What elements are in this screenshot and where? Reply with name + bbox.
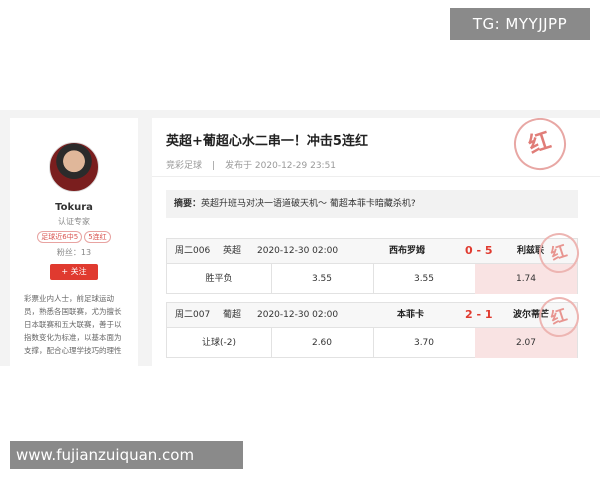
bio-line: 员，熟悉各国联赛，尤为擅长: [24, 307, 122, 316]
bio-line: 指数变化为标准，以基本面为: [24, 333, 122, 342]
summary-label: 摘要：: [174, 199, 202, 209]
divider: [152, 176, 600, 177]
league-name: 英超: [223, 246, 242, 256]
odds-home: 2.60: [271, 328, 374, 358]
site-watermark: www.fujianzuiquan.com: [10, 441, 243, 469]
expert-profile-card: Tokura 认证专家 足球近6中5 5连红 粉丝：13 + 关注 彩票业内人士…: [10, 118, 138, 366]
match-code: 周二006: [175, 246, 211, 256]
match-card: 周二007 葡超 2020-12-30 02:00 本菲卡 2 - 1 波尔蒂芒…: [166, 291, 585, 358]
odds-draw: 3.70: [373, 328, 476, 358]
match-score: 2 - 1: [465, 308, 493, 321]
odds-home: 3.55: [271, 264, 374, 294]
article-title: 英超+葡超心水二串一！冲击5连红: [166, 134, 368, 149]
kickoff-time: 2020-12-30 02:00: [257, 310, 339, 320]
meta-separator: |: [212, 161, 216, 171]
odds-draw: 3.55: [373, 264, 476, 294]
odds-row: 胜平负 3.55 3.55 1.74: [167, 264, 577, 294]
match-card: 周二006 英超 2020-12-30 02:00 西布罗姆 0 - 5 利兹联…: [166, 227, 585, 294]
article-meta: 竞彩足球 | 发布于 2020-12-29 23:51: [166, 158, 336, 171]
home-team: 本菲卡: [397, 310, 425, 320]
win-stamp: 红: [507, 118, 573, 177]
bio-line: 支撑，配合心理学技巧的理性: [24, 346, 122, 355]
telegram-watermark: TG: MYYJJPP: [450, 8, 590, 40]
match-code: 周二007: [175, 310, 211, 320]
league-name: 葡超: [223, 310, 242, 320]
match-header: 周二006 英超 2020-12-30 02:00 西布罗姆 0 - 5 利兹联: [167, 239, 577, 264]
fans-count: 粉丝：13: [56, 248, 92, 257]
match-score: 0 - 5: [465, 244, 493, 257]
match-header: 周二007 葡超 2020-12-30 02:00 本菲卡 2 - 1 波尔蒂芒: [167, 303, 577, 328]
home-team: 西布罗姆: [389, 246, 426, 256]
expert-tags: 足球近6中5 5连红: [10, 231, 138, 243]
odds-row: 让球(-2) 2.60 3.70 2.07: [167, 328, 577, 358]
content-area: Tokura 认证专家 足球近6中5 5连红 粉丝：13 + 关注 彩票业内人士…: [0, 110, 600, 366]
expert-title: 认证专家: [58, 217, 90, 226]
summary-text: 英超升班马对决一语道破天机～ 葡超本菲卡暗藏杀机?: [201, 199, 416, 209]
article-summary: 摘要：英超升班马对决一语道破天机～ 葡超本菲卡暗藏杀机?: [166, 190, 578, 218]
category-link[interactable]: 竞彩足球: [166, 161, 202, 171]
expert-bio: 彩票业内人士，前足球运动 员，熟悉各国联赛，尤为擅长 日本联赛和五大联赛，善于以…: [24, 292, 126, 357]
avatar[interactable]: [49, 142, 99, 192]
kickoff-time: 2020-12-30 02:00: [257, 246, 339, 256]
bio-line: 彩票业内人士，前足球运动: [24, 294, 114, 303]
follow-button[interactable]: + 关注: [50, 264, 98, 280]
odds-type: 胜平负: [167, 264, 272, 294]
article-panel: 英超+葡超心水二串一！冲击5连红 竞彩足球 | 发布于 2020-12-29 23:…: [152, 118, 600, 366]
odds-type: 让球(-2): [167, 328, 272, 358]
streak-badge: 5连红: [84, 231, 111, 243]
expert-name[interactable]: Tokura: [10, 202, 138, 213]
record-badge: 足球近6中5: [37, 231, 83, 243]
publish-time: 发布于 2020-12-29 23:51: [225, 161, 337, 171]
bio-line: 日本联赛和五大联赛，善于以: [24, 320, 122, 329]
